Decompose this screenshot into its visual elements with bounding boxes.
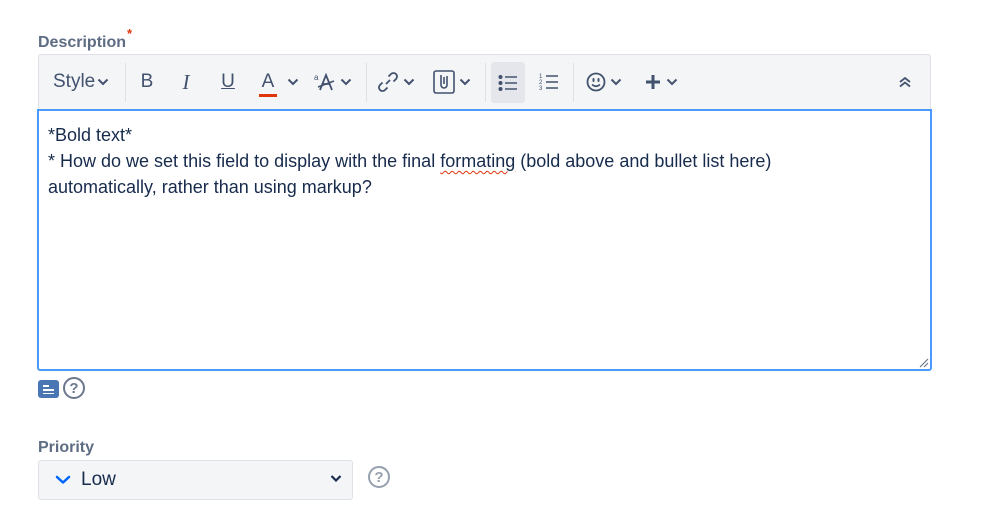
editor-line: * How do we set this field to display wi… — [48, 151, 772, 171]
numbered-list-button[interactable]: 1 2 3 — [537, 65, 561, 99]
svg-text:3: 3 — [539, 86, 543, 91]
svg-text:a: a — [314, 73, 319, 82]
chevron-down-icon — [610, 78, 622, 86]
help-icon[interactable]: ? — [63, 377, 85, 399]
italic-icon: I — [182, 69, 190, 94]
attachment-icon — [433, 70, 455, 94]
toolbar-divider — [485, 63, 486, 102]
toolbar-divider — [573, 63, 574, 102]
description-label: Description* — [38, 26, 133, 51]
more-formatting-button[interactable]: a — [314, 65, 352, 99]
toolbar-divider — [125, 63, 126, 102]
resize-handle-icon[interactable] — [918, 357, 929, 368]
text-style-icon: a — [314, 72, 335, 91]
chevron-down-icon — [403, 78, 415, 86]
numbered-list-icon: 1 2 3 — [539, 74, 558, 91]
required-marker: * — [127, 26, 133, 41]
style-dropdown[interactable]: Style — [53, 65, 109, 99]
editor-line: automatically, rather than using markup? — [48, 177, 372, 197]
bullet-list-icon — [498, 74, 517, 91]
chevron-down-icon — [330, 475, 342, 483]
chevron-down-icon — [287, 78, 299, 86]
emoji-button[interactable] — [585, 65, 623, 99]
plus-icon — [646, 75, 660, 89]
priority-label: Priority — [38, 439, 95, 456]
link-button[interactable] — [377, 65, 415, 99]
priority-low-icon — [55, 475, 71, 484]
editor-toolbar: Style B I U A a 1 2 3 — [38, 54, 931, 109]
style-dropdown-label: Style — [53, 71, 96, 92]
description-editor[interactable]: *Bold text* * How do we set this field t… — [37, 109, 932, 371]
italic-button[interactable]: I — [176, 65, 196, 99]
insert-more-button[interactable] — [643, 65, 679, 99]
priority-select[interactable]: Low — [38, 460, 353, 500]
chevron-down-icon — [98, 78, 109, 86]
priority-selected-value: Low — [81, 469, 116, 490]
chevron-down-icon — [340, 78, 352, 86]
link-icon — [378, 72, 398, 92]
chevron-down-icon — [666, 78, 678, 86]
misspelled-word[interactable]: formating — [440, 151, 515, 171]
underline-icon: U — [221, 71, 235, 92]
emoji-icon — [586, 72, 606, 92]
bullet-list-button[interactable] — [491, 62, 525, 103]
bold-icon: B — [140, 71, 154, 92]
text-color-button[interactable]: A — [257, 65, 301, 99]
bold-button[interactable]: B — [137, 65, 157, 99]
toolbar-divider — [366, 63, 367, 102]
double-chevron-up-icon — [899, 76, 911, 88]
text-color-icon: A — [259, 71, 277, 97]
editor-line: *Bold text* — [48, 125, 133, 145]
text-mode-icon[interactable] — [38, 380, 59, 398]
underline-button[interactable]: U — [217, 65, 239, 99]
chevron-down-icon — [459, 78, 471, 86]
collapse-toolbar-button[interactable] — [894, 65, 916, 99]
attachment-button[interactable] — [433, 65, 471, 99]
help-icon[interactable]: ? — [368, 466, 390, 488]
